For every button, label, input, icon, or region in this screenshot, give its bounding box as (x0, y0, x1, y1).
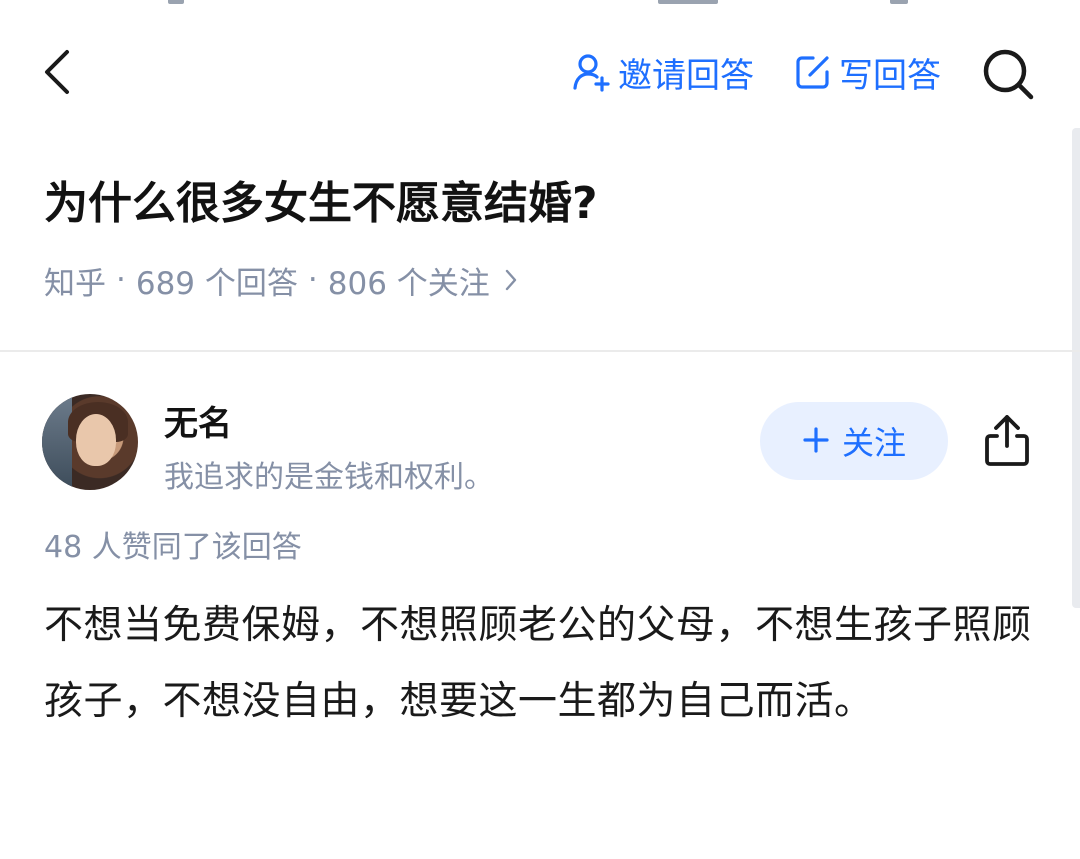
write-answer-label: 写回答 (839, 55, 941, 96)
search-button[interactable] (976, 42, 1040, 106)
plus-icon (802, 421, 830, 461)
status-bar-remnant (0, 0, 1080, 8)
question-meta[interactable]: 知乎 · 689 个回答 · 806 个关注 (44, 258, 518, 302)
vote-summary: 48 人赞同了该回答 (44, 530, 302, 565)
chevron-right-icon (504, 268, 518, 292)
section-divider (0, 350, 1080, 352)
back-button[interactable] (30, 42, 84, 102)
share-button[interactable] (976, 408, 1038, 472)
scroll-indicator[interactable] (1072, 128, 1080, 608)
invite-answer-button[interactable]: 邀请回答 (572, 48, 754, 96)
top-navigation-bar: 邀请回答 写回答 (0, 30, 1080, 114)
meta-separator: · (307, 262, 318, 298)
avatar[interactable] (42, 394, 138, 490)
follow-label: 关注 (841, 424, 906, 462)
edit-icon (793, 52, 833, 92)
answer-content[interactable]: 不想当免费保姆，不想照顾老公的父母，不想生孩子照顾孩子，不想没自由，想要这一生都… (44, 588, 1034, 740)
author-bio: 我追求的是金钱和权利。 (164, 460, 494, 495)
user-plus-icon (572, 52, 612, 92)
search-icon (983, 49, 1034, 100)
answers-count: 689 个回答 (135, 265, 298, 302)
share-icon (985, 415, 1029, 466)
write-answer-button[interactable]: 写回答 (793, 48, 941, 96)
question-title[interactable]: 为什么很多女生不愿意结婚? (44, 172, 1034, 236)
status-icon (890, 0, 908, 4)
status-icon (168, 0, 184, 4)
followers-count: 806 个关注 (327, 265, 490, 302)
meta-separator: · (116, 262, 126, 298)
invite-answer-label: 邀请回答 (618, 55, 754, 96)
chevron-left-icon (45, 50, 69, 94)
question-source: 知乎 (44, 265, 106, 302)
author-name[interactable]: 无名 (164, 396, 232, 445)
follow-button[interactable]: 关注 (760, 402, 948, 480)
status-icon (658, 0, 718, 4)
